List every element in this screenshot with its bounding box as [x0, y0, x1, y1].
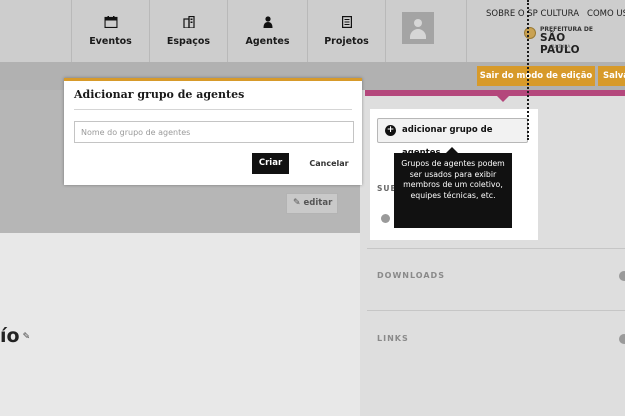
add-agent-group-button[interactable]: +adicionar grupo de agentes — [377, 118, 528, 158]
add-download-icon[interactable] — [619, 271, 625, 281]
nav-label: Projetos — [324, 36, 369, 47]
tooltip: Grupos de agentes podem ser usados para … — [394, 153, 512, 228]
nav-label: Agentes — [245, 36, 290, 47]
document-icon — [341, 16, 352, 30]
app-root: Eventos Espaços Agentes Projetos SOBRE O… — [0, 0, 625, 416]
prefeitura-logo[interactable]: PREFEITURA DE SÃO PAULO CULTURA — [524, 24, 604, 56]
edit-pencil-icon[interactable]: ✎ — [23, 332, 31, 342]
top-links: SOBRE O SP CULTURA COMO USA — [486, 9, 625, 19]
city-seal-icon — [524, 27, 536, 39]
link-sobre[interactable]: SOBRE O SP CULTURA — [486, 9, 579, 19]
page-title-text: ío — [0, 325, 20, 347]
exit-edit-mode-button[interactable]: Sair do modo de edição — [477, 66, 595, 86]
accent-bar — [365, 90, 625, 96]
add-agent-group-modal: Adicionar grupo de agentes Criar Cancela… — [64, 78, 362, 185]
avatar-head-shape — [414, 19, 422, 27]
edit-pencil-icon: ✎ — [293, 198, 301, 208]
logo-line-2: SÃO PAULO — [540, 32, 580, 56]
add-link-icon[interactable] — [619, 334, 625, 344]
modal-title: Adicionar grupo de agentes — [74, 88, 245, 101]
user-menu[interactable] — [385, 0, 467, 62]
section-divider — [367, 310, 625, 311]
building-icon — [182, 15, 195, 30]
person-icon — [263, 16, 273, 30]
calendar-icon — [103, 16, 118, 30]
modal-divider — [74, 109, 352, 110]
nav-item-projetos[interactable]: Projetos — [307, 0, 385, 62]
section-downloads-title: DOWNLOADS — [377, 271, 445, 280]
avatar-body-shape — [410, 29, 426, 39]
top-navigation-bar: Eventos Espaços Agentes Projetos SOBRE O… — [0, 0, 625, 62]
section-divider — [367, 248, 625, 249]
create-button[interactable]: Criar — [252, 153, 289, 174]
main-content-area — [0, 233, 360, 416]
nav-item-eventos[interactable]: Eventos — [71, 0, 149, 62]
logo-line-3: CULTURA — [550, 45, 571, 50]
section-links-title: LINKS — [377, 334, 409, 343]
group-name-input[interactable] — [74, 121, 354, 143]
tour-pointer-line — [527, 0, 529, 140]
plus-circle-icon: + — [385, 125, 396, 136]
accent-arrow-indicator — [497, 96, 509, 102]
nav-label: Espaços — [166, 36, 211, 47]
add-subsection-icon[interactable] — [381, 214, 390, 223]
avatar[interactable] — [402, 12, 434, 44]
edit-button[interactable]: ✎ editar — [286, 193, 338, 214]
save-button[interactable]: Salva — [598, 66, 625, 86]
nav-label: Eventos — [89, 36, 132, 47]
nav-item-agentes[interactable]: Agentes — [227, 0, 307, 62]
link-como-usar[interactable]: COMO USA — [587, 9, 625, 19]
page-title: ío ✎ — [0, 325, 30, 347]
cancel-button[interactable]: Cancelar — [306, 153, 352, 174]
nav-item-espacos[interactable]: Espaços — [149, 0, 227, 62]
edit-button-label: editar — [303, 198, 333, 208]
